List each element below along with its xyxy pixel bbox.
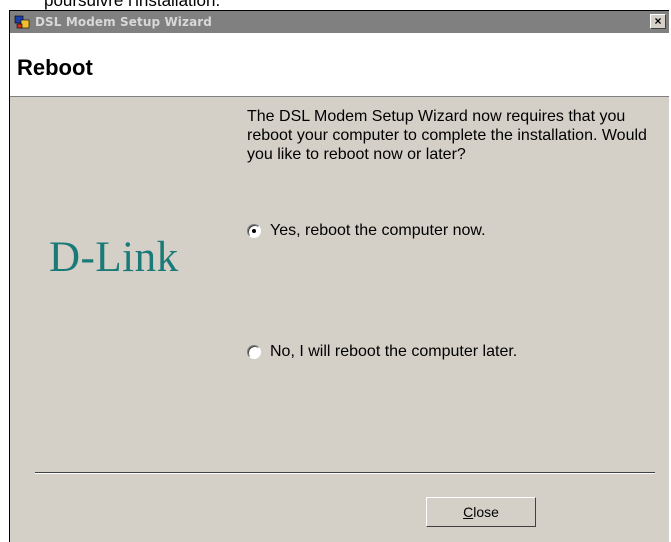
radio-button-unselected[interactable] <box>247 345 261 359</box>
title-bar[interactable]: DSL Modem Setup Wizard × <box>10 11 669 33</box>
reboot-message: The DSL Modem Setup Wizard now requires … <box>247 108 647 163</box>
reboot-now-label: Yes, reboot the computer now. <box>270 222 486 239</box>
window-title: DSL Modem Setup Wizard <box>35 15 212 29</box>
page-title: Reboot <box>17 55 93 80</box>
d-link-logo: D-Link <box>49 234 179 281</box>
setup-wizard-window: DSL Modem Setup Wizard × Reboot D-Link T… <box>9 10 669 542</box>
close-button-label-rest: lose <box>473 504 499 520</box>
reboot-later-label: No, I will reboot the computer later. <box>270 343 518 360</box>
radio-button-selected[interactable] <box>247 224 261 238</box>
close-button[interactable]: Close <box>426 497 536 527</box>
app-icon <box>14 14 31 30</box>
wizard-header: Reboot <box>10 33 669 97</box>
reboot-now-option[interactable]: Yes, reboot the computer now. <box>247 222 486 240</box>
close-window-button[interactable]: × <box>650 14 666 29</box>
footer-separator <box>35 472 655 474</box>
close-icon: × <box>654 14 662 28</box>
close-button-mnemonic: C <box>463 504 474 520</box>
reboot-later-option[interactable]: No, I will reboot the computer later. <box>247 343 517 361</box>
